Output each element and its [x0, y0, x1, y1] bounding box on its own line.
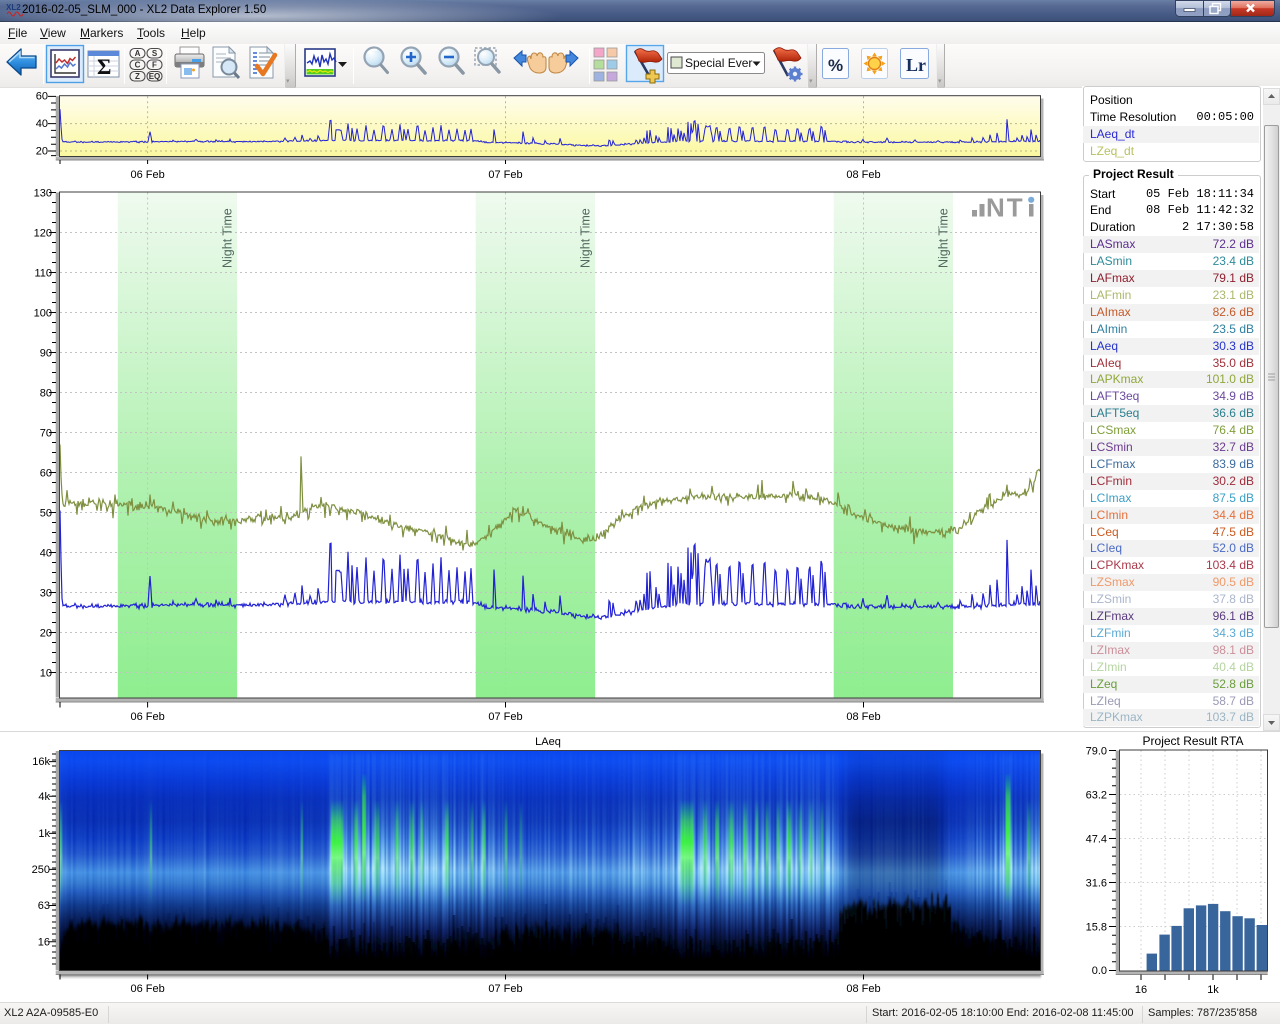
svg-text:60: 60 — [36, 91, 48, 103]
svg-text:15.8: 15.8 — [1086, 922, 1107, 934]
svg-text:50: 50 — [40, 508, 52, 520]
svg-text:07 Feb: 07 Feb — [488, 169, 522, 181]
svg-text:08 Feb: 08 Feb — [846, 169, 880, 181]
svg-text:Night Time: Night Time — [221, 208, 235, 268]
svg-text:79.0: 79.0 — [1086, 746, 1107, 758]
svg-text:20: 20 — [40, 628, 52, 640]
svg-text:16: 16 — [1135, 984, 1147, 996]
svg-text:80: 80 — [40, 388, 52, 400]
svg-text:06 Feb: 06 Feb — [130, 983, 164, 995]
svg-text:1k: 1k — [1207, 984, 1219, 996]
svg-text:16k: 16k — [32, 756, 50, 768]
svg-text:130: 130 — [34, 188, 52, 200]
svg-text:NT: NT — [986, 193, 1025, 223]
svg-text:63.2: 63.2 — [1086, 790, 1107, 802]
svg-text:0.0: 0.0 — [1092, 965, 1107, 977]
svg-text:120: 120 — [34, 228, 52, 240]
svg-text:08 Feb: 08 Feb — [846, 983, 880, 995]
svg-text:1k: 1k — [38, 828, 50, 840]
svg-text:16: 16 — [38, 936, 50, 948]
svg-text:20: 20 — [36, 146, 48, 158]
svg-text:30: 30 — [40, 588, 52, 600]
svg-text:Project Result RTA: Project Result RTA — [1143, 734, 1244, 748]
svg-text:4k: 4k — [38, 791, 50, 803]
svg-text:40: 40 — [36, 118, 48, 130]
svg-text:63: 63 — [38, 900, 50, 912]
svg-text:07 Feb: 07 Feb — [488, 711, 522, 723]
svg-text:100: 100 — [34, 308, 52, 320]
svg-text:90: 90 — [40, 348, 52, 360]
svg-text:250: 250 — [32, 864, 50, 876]
svg-text:47.4: 47.4 — [1086, 834, 1107, 846]
svg-text:LAeq: LAeq — [535, 736, 561, 748]
svg-text:31.6: 31.6 — [1086, 878, 1107, 890]
svg-text:Night Time: Night Time — [579, 208, 593, 268]
svg-text:60: 60 — [40, 468, 52, 480]
svg-text:06 Feb: 06 Feb — [130, 169, 164, 181]
svg-text:07 Feb: 07 Feb — [488, 983, 522, 995]
svg-text:70: 70 — [40, 428, 52, 440]
svg-text:10: 10 — [40, 668, 52, 680]
svg-text:08 Feb: 08 Feb — [846, 711, 880, 723]
svg-text:06 Feb: 06 Feb — [130, 711, 164, 723]
svg-text:Night Time: Night Time — [937, 208, 951, 268]
svg-text:40: 40 — [40, 548, 52, 560]
svg-text:110: 110 — [34, 268, 52, 280]
